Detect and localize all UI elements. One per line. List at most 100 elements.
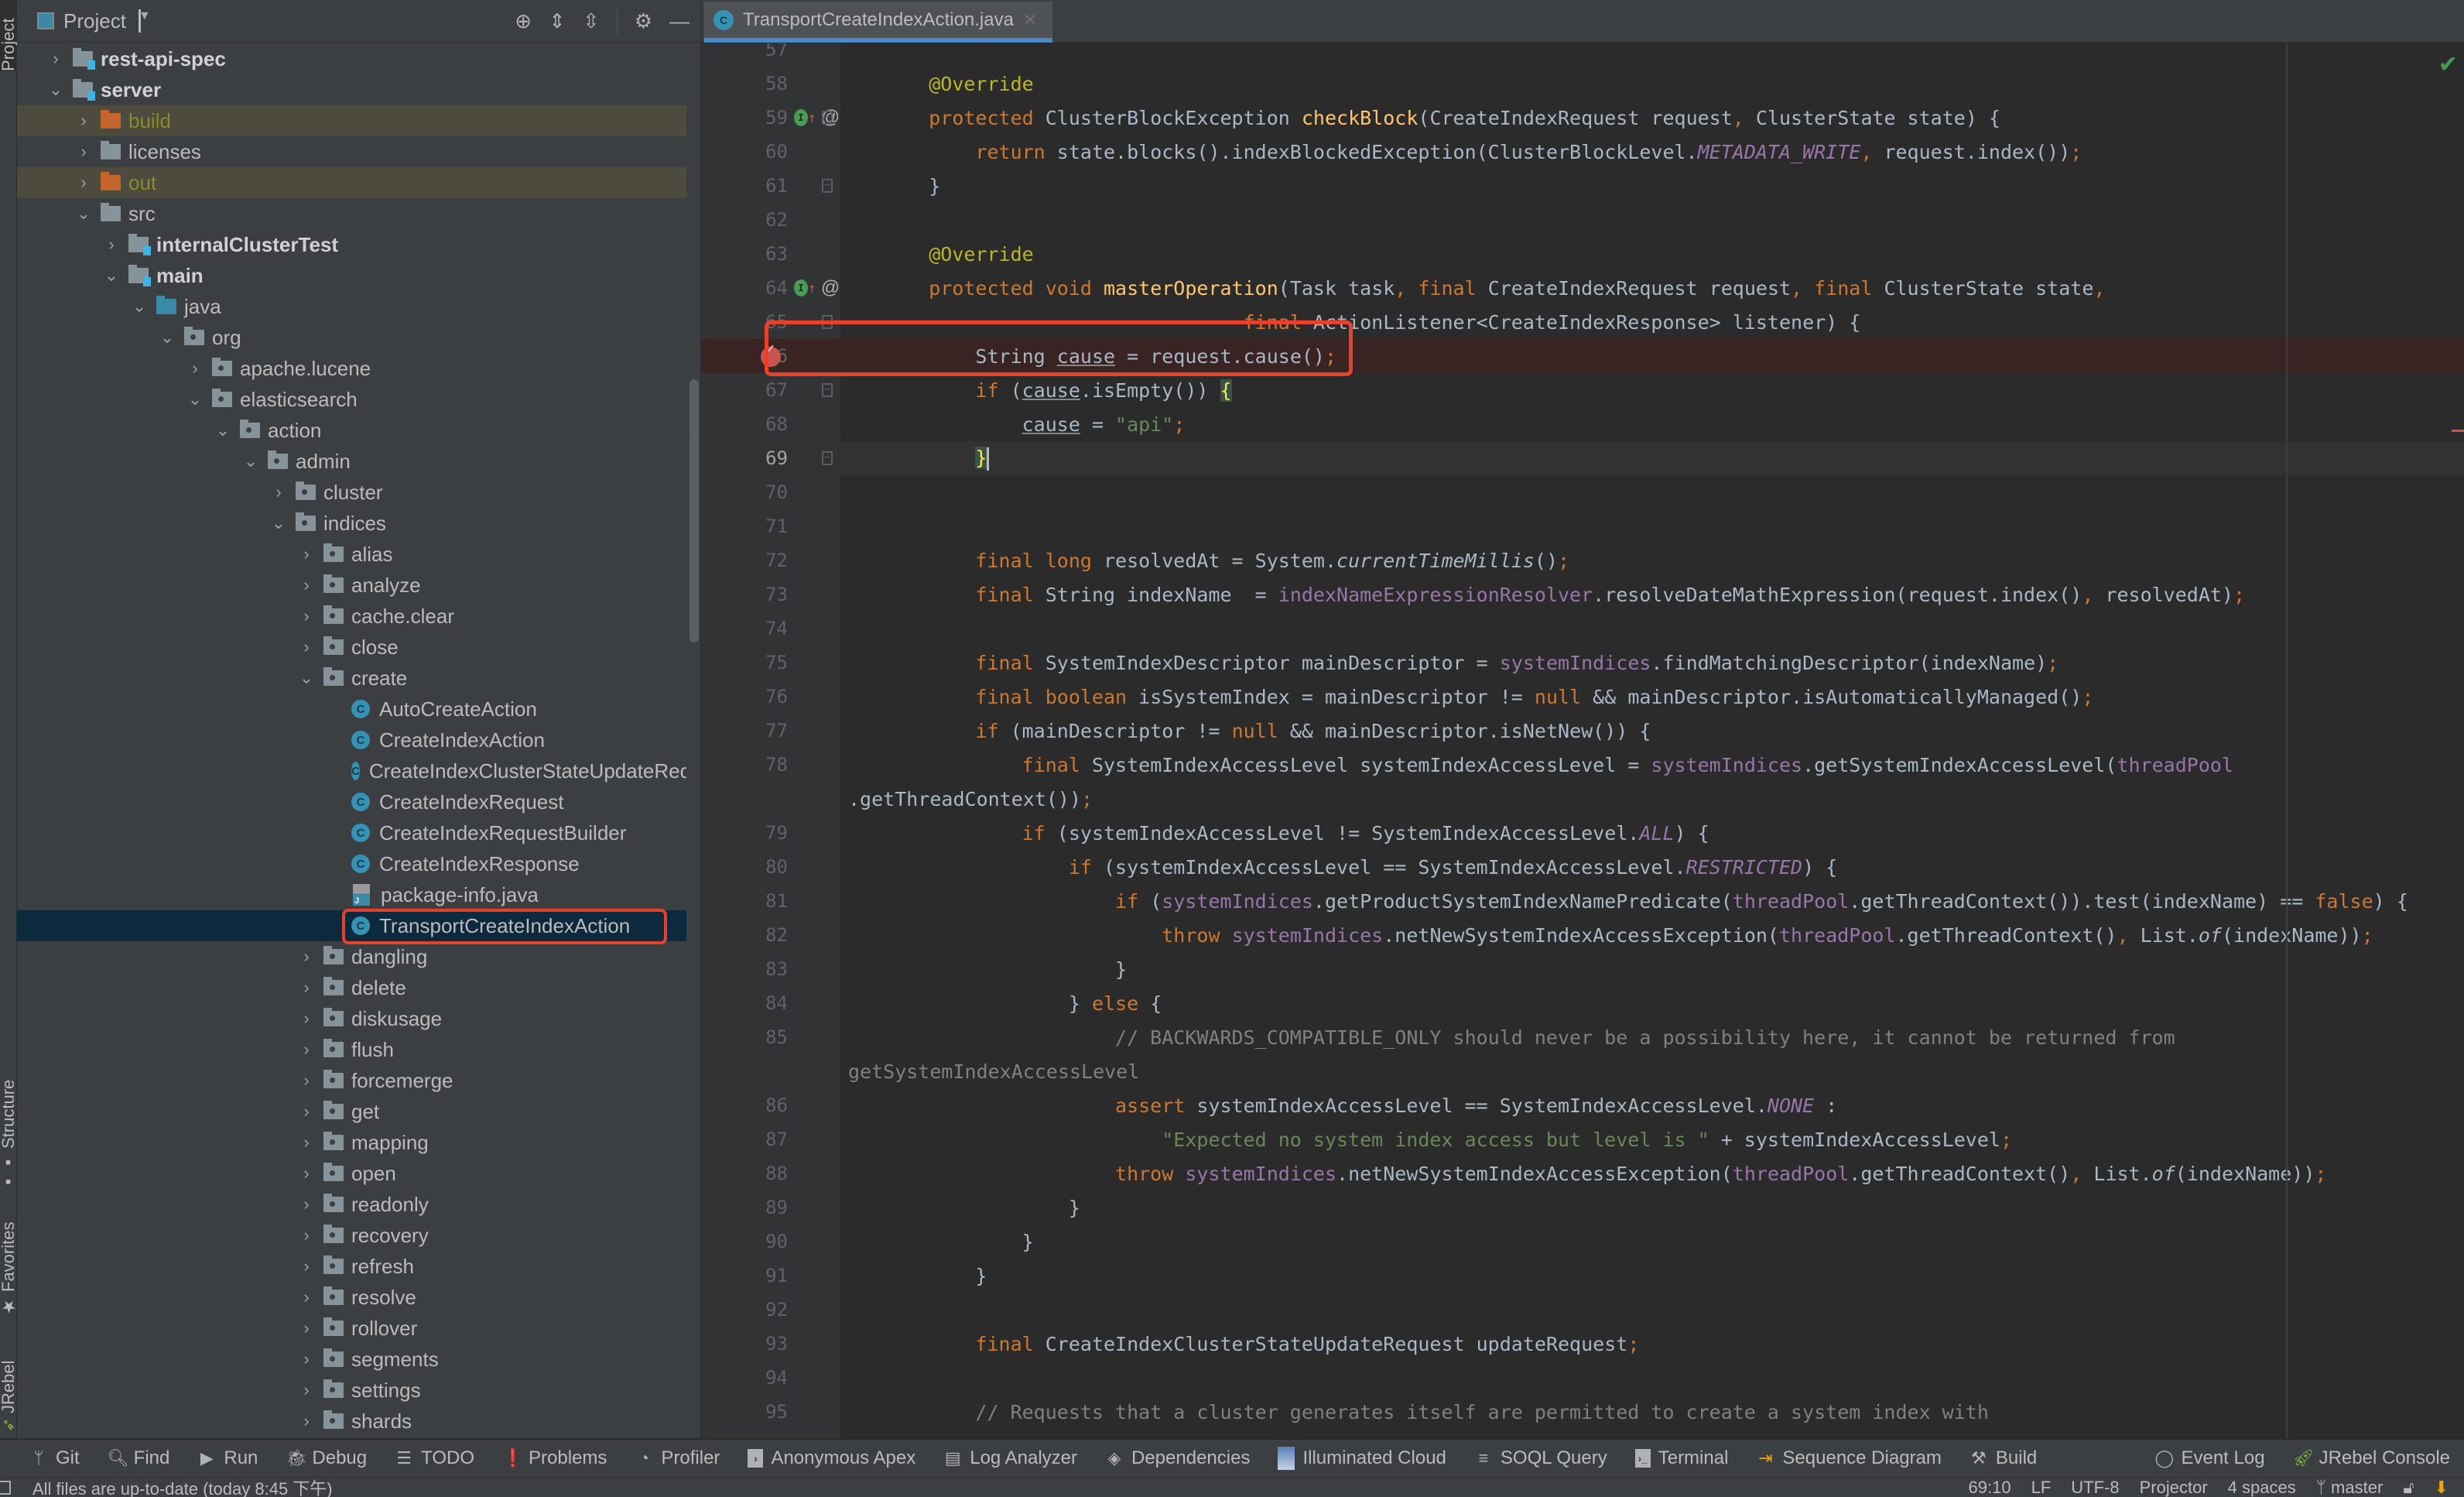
code-line[interactable]: 88 throw systemIndices.netNewSystemIndex… (701, 1156, 2464, 1190)
line-number[interactable]: 87 (748, 1129, 788, 1150)
code-line[interactable]: 75 final SystemIndexDescriptor mainDescr… (701, 646, 2464, 680)
chevron-right-icon[interactable]: › (73, 142, 94, 162)
code-line[interactable]: 93 final CreateIndexClusterStateUpdateRe… (701, 1327, 2464, 1361)
tree-item[interactable]: › flush (17, 1034, 686, 1065)
chevron-right-icon[interactable]: › (296, 1071, 317, 1091)
code-line[interactable]: 90 } (701, 1225, 2464, 1259)
sidebar-tab-project[interactable]: Project (0, 0, 18, 71)
code-line[interactable]: 71 (701, 509, 2464, 543)
line-number[interactable]: 82 (748, 924, 788, 946)
tree-item[interactable]: › diskusage (17, 1003, 686, 1034)
tree-item[interactable]: › settings (17, 1375, 686, 1406)
chevron-right-icon[interactable]: › (101, 235, 122, 255)
chevron-right-icon[interactable]: › (73, 173, 94, 193)
chevron-down-icon[interactable]: ⌄ (128, 296, 150, 317)
code-line[interactable]: 87 "Expected no system index access but … (701, 1122, 2464, 1156)
code-line[interactable]: 57 (701, 43, 2464, 67)
chevron-right-icon[interactable]: › (268, 482, 289, 502)
update-icon[interactable]: ⬇ (2435, 1478, 2449, 1497)
chevron-right-icon[interactable]: › (184, 358, 206, 379)
implements-icon[interactable]: I (794, 109, 808, 126)
chevron-down-icon[interactable]: ⌄ (240, 451, 262, 471)
tree-item[interactable]: › recovery (17, 1220, 686, 1251)
tool-window-build[interactable]: ⚒ Build (1956, 1447, 2051, 1469)
line-number[interactable]: 89 (748, 1197, 788, 1218)
tree-item[interactable]: › internalClusterTest (17, 229, 686, 260)
chevron-right-icon[interactable]: › (296, 544, 317, 564)
line-number[interactable]: 94 (748, 1367, 788, 1389)
code-line[interactable]: 78 final SystemIndexAccessLevel systemIn… (701, 748, 2464, 782)
tool-window-debug[interactable]: 🐞︎ Debug (272, 1447, 381, 1469)
code-line[interactable]: 67 − if (cause.isEmpty()) { (701, 373, 2464, 407)
code-line[interactable]: 69 − } (701, 441, 2464, 475)
chevron-down-icon[interactable]: ▼ (138, 9, 151, 33)
chevron-right-icon[interactable]: › (296, 575, 317, 595)
line-number[interactable]: 91 (748, 1265, 788, 1286)
inspection-ok-icon[interactable]: ✔ (2438, 51, 2458, 78)
line-number[interactable]: 81 (748, 890, 788, 912)
line-number[interactable]: 75 (748, 652, 788, 673)
line-number[interactable]: 71 (748, 516, 788, 537)
line-number[interactable]: 88 (748, 1163, 788, 1184)
chevron-right-icon[interactable]: › (296, 1287, 317, 1307)
code-line[interactable]: 95 // Requests that a cluster generates … (701, 1395, 2464, 1429)
tool-window-soql-query[interactable]: ≡ SOQL Query (1460, 1447, 1621, 1469)
indent-widget[interactable]: 4 spaces (2228, 1478, 2296, 1497)
line-number[interactable]: 61 (748, 175, 788, 197)
tree-item[interactable]: ⌄ src (17, 198, 686, 229)
chevron-right-icon[interactable]: › (296, 1225, 317, 1245)
tree-item[interactable]: › resolve (17, 1282, 686, 1313)
tree-item[interactable]: › segments (17, 1344, 686, 1375)
chevron-down-icon[interactable]: ⌄ (184, 389, 206, 409)
tree-item[interactable]: › readonly (17, 1189, 686, 1220)
tree-item[interactable]: ⌄ elasticsearch (17, 384, 686, 415)
code-line[interactable]: 61 − } (701, 169, 2464, 203)
error-stripe-mark[interactable] (2452, 430, 2464, 432)
close-icon[interactable]: ✕ (1023, 10, 1037, 30)
sidebar-tab-favorites[interactable]: ★ Favorites (0, 1208, 18, 1316)
tree-item[interactable]: › mapping (17, 1127, 686, 1158)
override-gutter-icons[interactable]: I ↑ @ (794, 277, 840, 299)
tree-item[interactable]: › licenses (17, 136, 686, 167)
chevron-right-icon[interactable]: › (296, 1132, 317, 1153)
chevron-right-icon[interactable]: › (296, 1380, 317, 1400)
fold-open-icon[interactable]: − (822, 383, 833, 397)
projector-widget[interactable]: Projector (2140, 1478, 2208, 1497)
code-line[interactable]: 59 I ↑ @ − protected ClusterBlockException c… (701, 101, 2464, 135)
line-number[interactable]: 74 (748, 618, 788, 639)
collapse-all-icon[interactable]: ⇳ (583, 9, 600, 33)
line-number[interactable]: 77 (748, 720, 788, 742)
code-line[interactable]: 92 (701, 1293, 2464, 1327)
line-number[interactable]: 90 (748, 1231, 788, 1252)
code-line[interactable]: 89 } (701, 1190, 2464, 1225)
tool-window-terminal[interactable]: ›_ Terminal (1621, 1447, 1743, 1469)
code-line[interactable]: 70 (701, 475, 2464, 509)
tree-item[interactable]: › build (17, 105, 686, 136)
chevron-down-icon[interactable]: ⌄ (45, 80, 67, 100)
tree-item[interactable]: › alias (17, 539, 686, 570)
sidebar-tab-jrebel[interactable]: ➶ JRebel (0, 1331, 18, 1432)
line-number[interactable]: 58 (748, 73, 788, 94)
chevron-right-icon[interactable]: › (296, 1040, 317, 1060)
tree-item[interactable]: › forcemerge (17, 1065, 686, 1096)
tool-window-anonymous-apex[interactable]: › Anonymous Apex (734, 1447, 929, 1469)
chevron-right-icon[interactable]: › (296, 606, 317, 626)
annotation-icon[interactable]: @ (821, 277, 840, 299)
chevron-down-icon[interactable]: ⌄ (268, 513, 289, 533)
tree-item[interactable]: › rest-api-spec (17, 43, 686, 74)
code-line[interactable]: getSystemIndexAccessLevel (701, 1054, 2464, 1088)
tool-window-jrebel-console[interactable]: 🚀︎ JRebel Console (2279, 1447, 2464, 1469)
code-line[interactable]: 82 throw systemIndices.netNewSystemIndex… (701, 918, 2464, 952)
chevron-right-icon[interactable]: › (296, 1101, 317, 1122)
code-line[interactable]: 83 } (701, 952, 2464, 986)
tree-item[interactable]: ⌄ admin (17, 446, 686, 477)
tree-item[interactable]: ⌄ action (17, 415, 686, 446)
code-line[interactable]: 84 } else { (701, 986, 2464, 1020)
tree-item[interactable]: › rollover (17, 1313, 686, 1344)
code-line[interactable]: 96 // different mappings, settings etc. … (701, 1429, 2464, 1439)
tool-window-illuminated-cloud[interactable]: Illuminated Cloud (1264, 1447, 1460, 1470)
file-encoding[interactable]: UTF-8 (2071, 1478, 2119, 1497)
line-number[interactable]: 78 (748, 754, 788, 776)
tree-item[interactable]: C AutoCreateAction (17, 694, 686, 725)
tree-item[interactable]: C TransportCreateIndexAction (17, 910, 686, 941)
